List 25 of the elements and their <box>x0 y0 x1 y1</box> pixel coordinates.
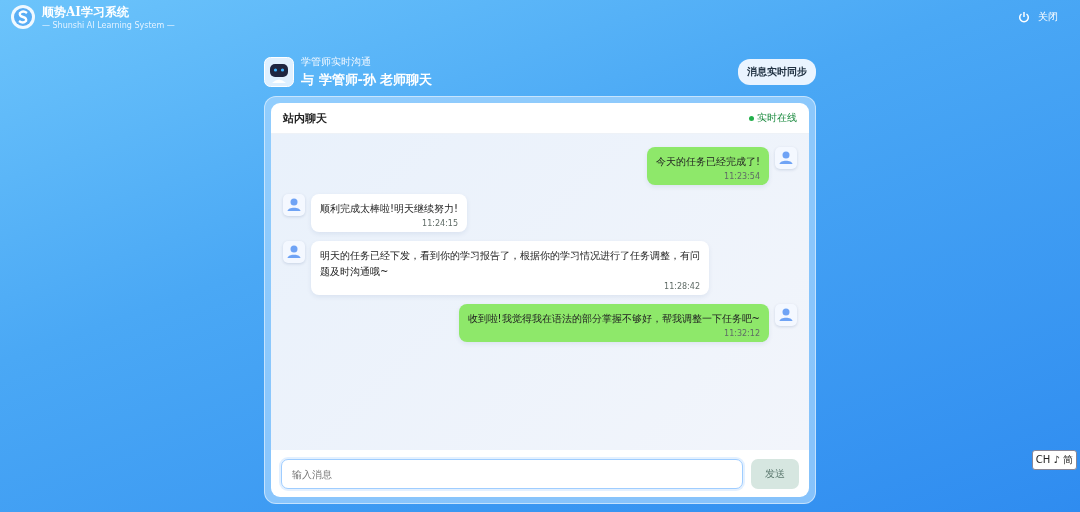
ime-indicator: CH ♪ 简 <box>1031 450 1077 470</box>
message-time: 11:32:12 <box>724 329 760 338</box>
message-time: 11:23:54 <box>724 172 760 181</box>
power-icon <box>1018 11 1030 23</box>
message-text: 今天的任务已经完成了! <box>656 155 760 169</box>
message-text: 明天的任务已经下发，看到你的学习报告了，根据你的学习情况进行了任务调整，有问题及时沟通哦~ <box>320 249 700 279</box>
message-input-field[interactable]: 输入消息 <box>281 459 743 489</box>
sync-button[interactable]: 消息实时同步 <box>738 59 816 85</box>
chat-heading: 与 学管师-孙 老师聊天 <box>301 71 434 89</box>
message-text: 收到啦!我觉得我在语法的部分掌握不够好，帮我调整一下任务吧~ <box>467 312 760 326</box>
user-avatar-icon <box>775 147 797 169</box>
app-subtitle: — Shunshi AI Learning System — <box>42 21 175 30</box>
message-time: 11:28:42 <box>664 282 700 291</box>
logo-icon <box>10 4 36 30</box>
header-eyebrow: 学管师实时沟通 <box>301 55 372 69</box>
message-text: 顺利完成太棒啦!明天继续努力! <box>320 202 459 216</box>
user-avatar-icon <box>775 304 797 326</box>
message-time: 11:24:15 <box>422 219 459 228</box>
app-title: 顺势AI学习系统 <box>42 4 130 21</box>
panel-title: 站内聊天 <box>283 110 327 126</box>
close-button[interactable]: 关闭 <box>1018 4 1058 30</box>
robot-icon <box>264 57 294 87</box>
status-label: 实时在线 <box>757 111 797 125</box>
user-avatar-icon <box>283 241 305 263</box>
user-avatar-icon <box>283 194 305 216</box>
